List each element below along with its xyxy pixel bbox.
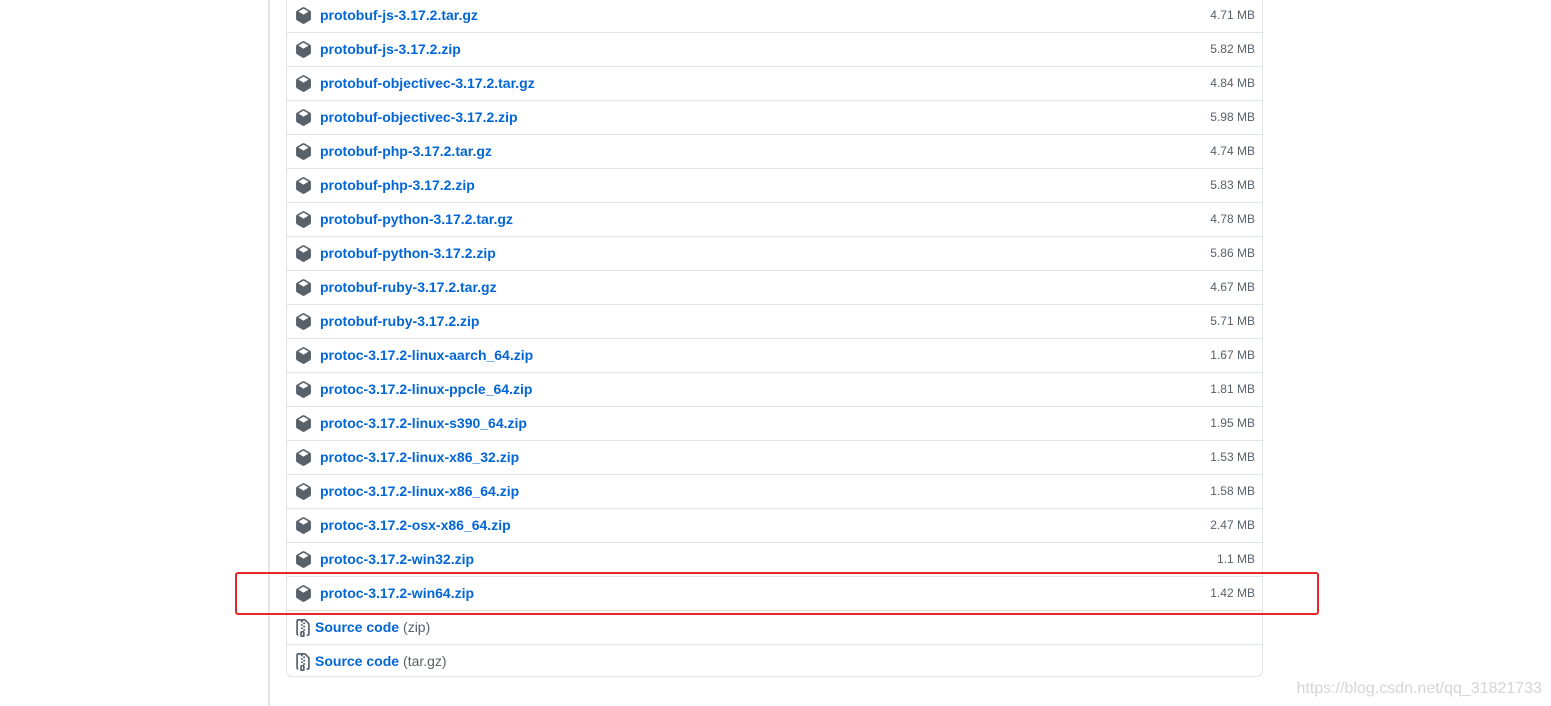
assets-list: protobuf-js-3.17.2.tar.gz 4.71 MB protob… [286,0,1263,677]
source-code-label: Source code [315,619,400,635]
asset-size: 1.67 MB [1210,348,1255,362]
watermark-text: https://blog.csdn.net/qq_31821733 [1296,680,1542,697]
package-icon [296,449,311,466]
asset-row[interactable]: protobuf-python-3.17.2.zip 5.86 MB [287,237,1262,271]
asset-row[interactable]: protobuf-ruby-3.17.2.zip 5.71 MB [287,305,1262,339]
asset-row[interactable]: protobuf-js-3.17.2.zip 5.82 MB [287,33,1262,67]
asset-link[interactable]: protoc-3.17.2-linux-ppcle_64.zip [320,381,532,398]
source-code-row-zip[interactable]: Source code (zip) [287,611,1262,645]
asset-link[interactable]: protoc-3.17.2-linux-x86_64.zip [320,483,519,500]
asset-size: 4.84 MB [1210,76,1255,90]
asset-link[interactable]: protoc-3.17.2-win32.zip [320,551,474,568]
asset-row[interactable]: protoc-3.17.2-linux-x86_64.zip 1.58 MB [287,475,1262,509]
asset-link[interactable]: protobuf-objectivec-3.17.2.zip [320,109,518,126]
asset-row[interactable]: protoc-3.17.2-linux-aarch_64.zip 1.67 MB [287,339,1262,373]
asset-size: 1.58 MB [1210,484,1255,498]
asset-size: 1.1 MB [1216,552,1255,566]
asset-link[interactable]: protobuf-ruby-3.17.2.tar.gz [320,279,497,296]
file-zip-icon [296,619,310,637]
asset-row-win64[interactable]: protoc-3.17.2-win64.zip 1.42 MB [287,577,1262,611]
asset-row[interactable]: protoc-3.17.2-linux-x86_32.zip 1.53 MB [287,441,1262,475]
asset-size: 5.71 MB [1210,314,1255,328]
package-icon [296,551,311,568]
asset-link[interactable]: protobuf-ruby-3.17.2.zip [320,313,479,330]
asset-row[interactable]: protoc-3.17.2-linux-s390_64.zip 1.95 MB [287,407,1262,441]
package-icon [296,177,311,194]
asset-size: 5.82 MB [1210,42,1255,56]
source-code-row-targz[interactable]: Source code (tar.gz) [287,645,1262,679]
package-icon [296,585,311,602]
asset-size: 4.74 MB [1210,144,1255,158]
asset-row[interactable]: protobuf-python-3.17.2.tar.gz 4.78 MB [287,203,1262,237]
package-icon [296,517,311,534]
package-icon [296,415,311,432]
asset-link[interactable]: protobuf-php-3.17.2.tar.gz [320,143,492,160]
file-zip-icon [296,653,310,671]
package-icon [296,109,311,126]
asset-size: 1.81 MB [1210,382,1255,396]
source-code-ext: (tar.gz) [403,653,447,669]
package-icon [296,313,311,330]
package-icon [296,245,311,262]
package-icon [296,381,311,398]
asset-link[interactable]: protoc-3.17.2-win64.zip [320,585,474,602]
asset-row[interactable]: protoc-3.17.2-win32.zip 1.1 MB [287,543,1262,577]
source-code-link[interactable]: Source code (tar.gz) [315,653,447,670]
asset-size: 5.86 MB [1210,246,1255,260]
source-code-ext: (zip) [403,619,431,635]
asset-link[interactable]: protobuf-objectivec-3.17.2.tar.gz [320,75,535,92]
asset-link[interactable]: protobuf-js-3.17.2.tar.gz [320,7,478,24]
package-icon [296,347,311,364]
asset-link[interactable]: protoc-3.17.2-osx-x86_64.zip [320,517,511,534]
source-code-label: Source code [315,653,400,669]
asset-row[interactable]: protoc-3.17.2-osx-x86_64.zip 2.47 MB [287,509,1262,543]
asset-row[interactable]: protobuf-js-3.17.2.tar.gz 4.71 MB [287,0,1262,33]
asset-size: 4.67 MB [1210,280,1255,294]
package-icon [296,75,311,92]
package-icon [296,41,311,58]
source-code-link[interactable]: Source code (zip) [315,619,430,636]
asset-row[interactable]: protobuf-php-3.17.2.tar.gz 4.74 MB [287,135,1262,169]
asset-size: 2.47 MB [1210,518,1255,532]
asset-row[interactable]: protobuf-objectivec-3.17.2.tar.gz 4.84 M… [287,67,1262,101]
asset-row[interactable]: protoc-3.17.2-linux-ppcle_64.zip 1.81 MB [287,373,1262,407]
asset-size: 1.53 MB [1210,450,1255,464]
asset-size: 5.98 MB [1210,110,1255,124]
asset-link[interactable]: protobuf-php-3.17.2.zip [320,177,475,194]
release-assets-page: protobuf-js-3.17.2.tar.gz 4.71 MB protob… [0,0,1551,706]
asset-size: 4.71 MB [1210,8,1255,22]
asset-link[interactable]: protoc-3.17.2-linux-x86_32.zip [320,449,519,466]
package-icon [296,7,311,24]
package-icon [296,483,311,500]
asset-link[interactable]: protobuf-python-3.17.2.zip [320,245,496,262]
package-icon [296,279,311,296]
asset-row[interactable]: protobuf-ruby-3.17.2.tar.gz 4.67 MB [287,271,1262,305]
timeline-line [268,0,270,706]
asset-link[interactable]: protobuf-python-3.17.2.tar.gz [320,211,513,228]
asset-link[interactable]: protoc-3.17.2-linux-aarch_64.zip [320,347,533,364]
asset-size: 4.78 MB [1210,212,1255,226]
asset-link[interactable]: protobuf-js-3.17.2.zip [320,41,461,58]
asset-link[interactable]: protoc-3.17.2-linux-s390_64.zip [320,415,527,432]
asset-size: 5.83 MB [1210,178,1255,192]
asset-size: 1.95 MB [1210,416,1255,430]
package-icon [296,143,311,160]
asset-row[interactable]: protobuf-php-3.17.2.zip 5.83 MB [287,169,1262,203]
package-icon [296,211,311,228]
asset-row[interactable]: protobuf-objectivec-3.17.2.zip 5.98 MB [287,101,1262,135]
asset-size: 1.42 MB [1210,586,1255,600]
